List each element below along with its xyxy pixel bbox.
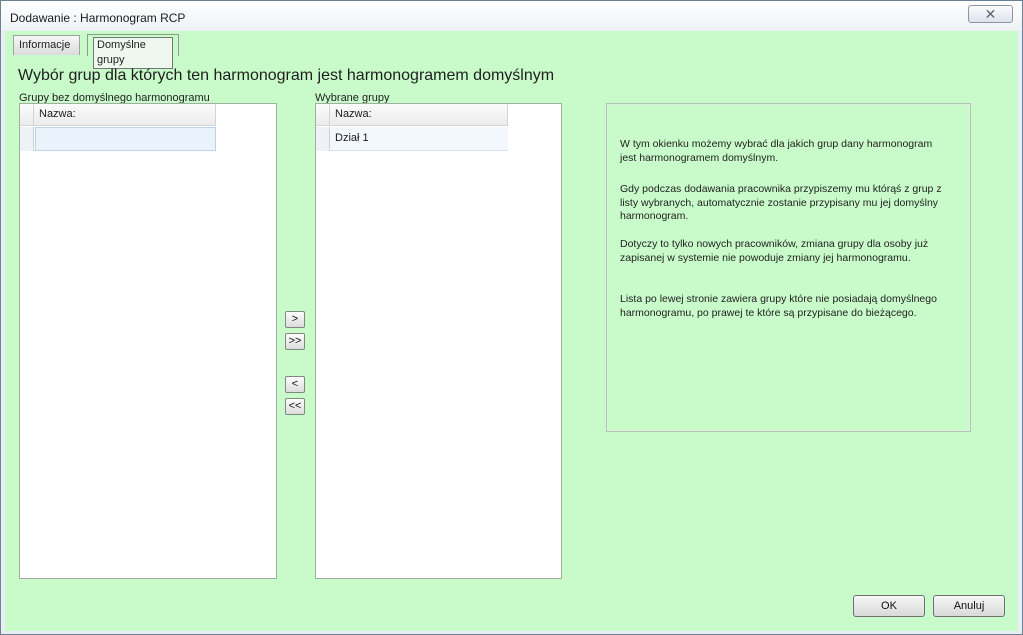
tab-label: Domyślne grupy — [93, 37, 173, 69]
header-corner — [316, 104, 330, 126]
info-panel: W tym okienku możemy wybrać dla jakich g… — [606, 103, 971, 432]
row-cell-nazwa[interactable] — [35, 127, 216, 151]
close-icon: ✕ — [984, 6, 997, 22]
dialog-window: Dodawanie : Harmonogram RCP ✕ Informacje… — [0, 0, 1023, 635]
cancel-button[interactable]: Anuluj — [933, 595, 1005, 617]
selected-groups-list[interactable]: Nazwa: Dział 1 — [315, 103, 562, 579]
left-list-header: Nazwa: — [20, 104, 216, 126]
title-bar: Dodawanie : Harmonogram RCP ✕ — [1, 1, 1022, 31]
column-header-nazwa[interactable]: Nazwa: — [331, 104, 508, 126]
right-list-header: Nazwa: — [316, 104, 508, 126]
tab-label: Informacje — [19, 39, 71, 51]
info-paragraph: Dotyczy to tylko nowych pracowników, zmi… — [620, 238, 929, 264]
info-paragraph: W tym okienku możemy wybrać dla jakich g… — [620, 138, 933, 164]
window-title: Dodawanie : Harmonogram RCP — [10, 11, 186, 25]
groups-without-schedule-list[interactable]: Nazwa: — [19, 103, 277, 579]
row-selector[interactable] — [20, 127, 34, 151]
info-paragraph: Lista po lewej stronie zawiera grupy któ… — [620, 293, 937, 319]
page-title: Wybór grup dla których ten harmonogram j… — [18, 67, 555, 84]
client-area: Informacje Domyślne grupy Wybór grup dla… — [5, 31, 1018, 631]
table-row[interactable] — [20, 127, 216, 151]
ok-button[interactable]: OK — [853, 595, 925, 617]
header-corner — [20, 104, 34, 126]
column-header-nazwa[interactable]: Nazwa: — [35, 104, 216, 126]
table-row[interactable]: Dział 1 — [316, 127, 508, 151]
info-paragraph: Gdy podczas dodawania pracownika przypis… — [620, 183, 942, 222]
remove-all-button[interactable]: << — [285, 398, 305, 415]
tab-informacje[interactable]: Informacje — [13, 35, 80, 55]
close-button[interactable]: ✕ — [968, 5, 1013, 23]
add-all-button[interactable]: >> — [285, 333, 305, 350]
remove-selected-button[interactable]: < — [285, 376, 305, 393]
row-selector[interactable] — [316, 127, 330, 151]
row-cell-nazwa[interactable]: Dział 1 — [331, 127, 508, 151]
tab-domyslne-grupy[interactable]: Domyślne grupy — [87, 34, 179, 69]
add-selected-button[interactable]: > — [285, 311, 305, 328]
